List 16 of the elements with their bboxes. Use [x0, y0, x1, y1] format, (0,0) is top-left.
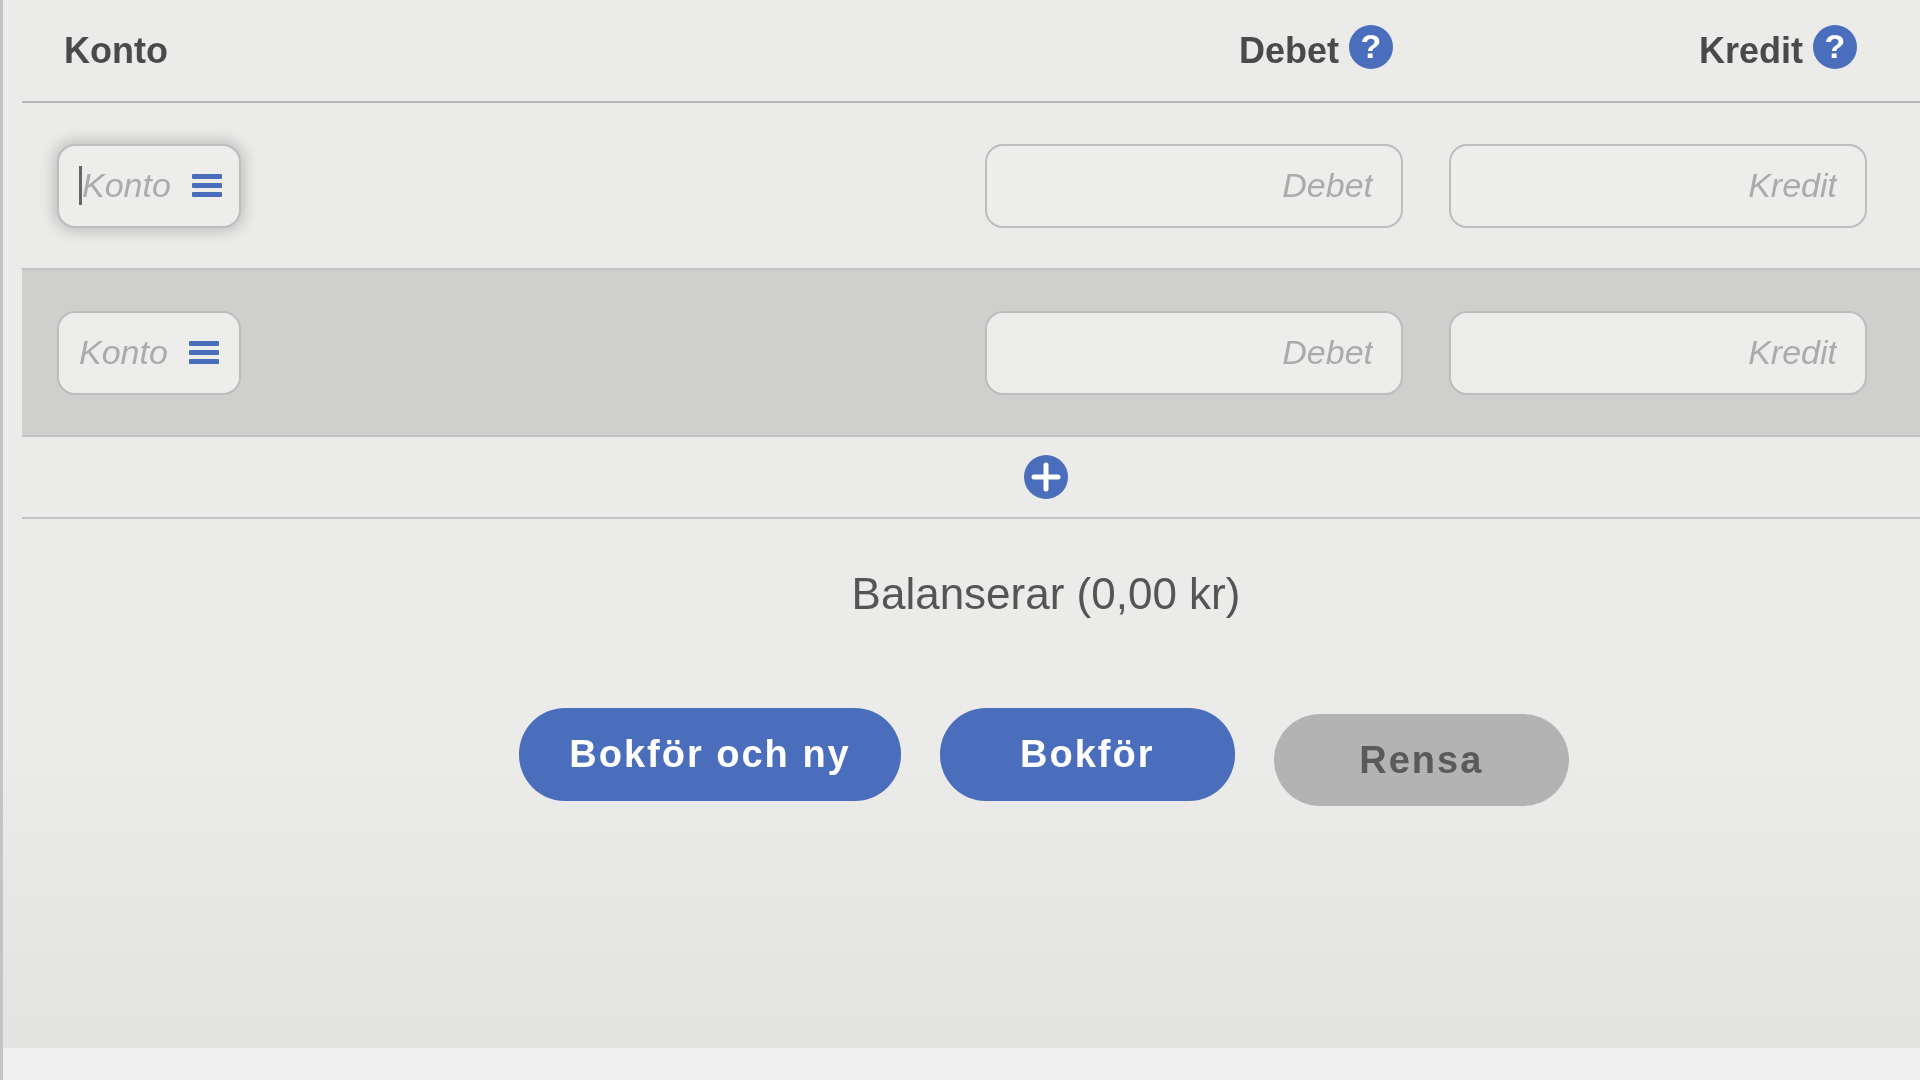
help-icon[interactable]: ?	[1349, 24, 1393, 69]
list-icon[interactable]	[192, 172, 222, 199]
column-header: Kredit	[1699, 29, 1803, 72]
account-field[interactable]: Konto	[79, 333, 185, 372]
action-button[interactable]: Bokför och ny	[519, 708, 901, 801]
help-icon[interactable]: ?	[1813, 24, 1857, 69]
add-icon[interactable]	[1024, 455, 1068, 499]
column-header: Konto	[64, 29, 168, 72]
column-header: Debet	[1238, 29, 1339, 72]
account-field[interactable]: Konto	[79, 166, 188, 205]
list-icon[interactable]	[189, 339, 219, 366]
action-button[interactable]: Bokför	[939, 708, 1235, 801]
balance-status: Balanserar (0,00 kr)	[850, 569, 1242, 619]
action-button[interactable]: Rensa	[1273, 714, 1569, 806]
account-picker[interactable]: Konto	[57, 143, 241, 228]
account-picker[interactable]: Konto	[57, 310, 241, 395]
